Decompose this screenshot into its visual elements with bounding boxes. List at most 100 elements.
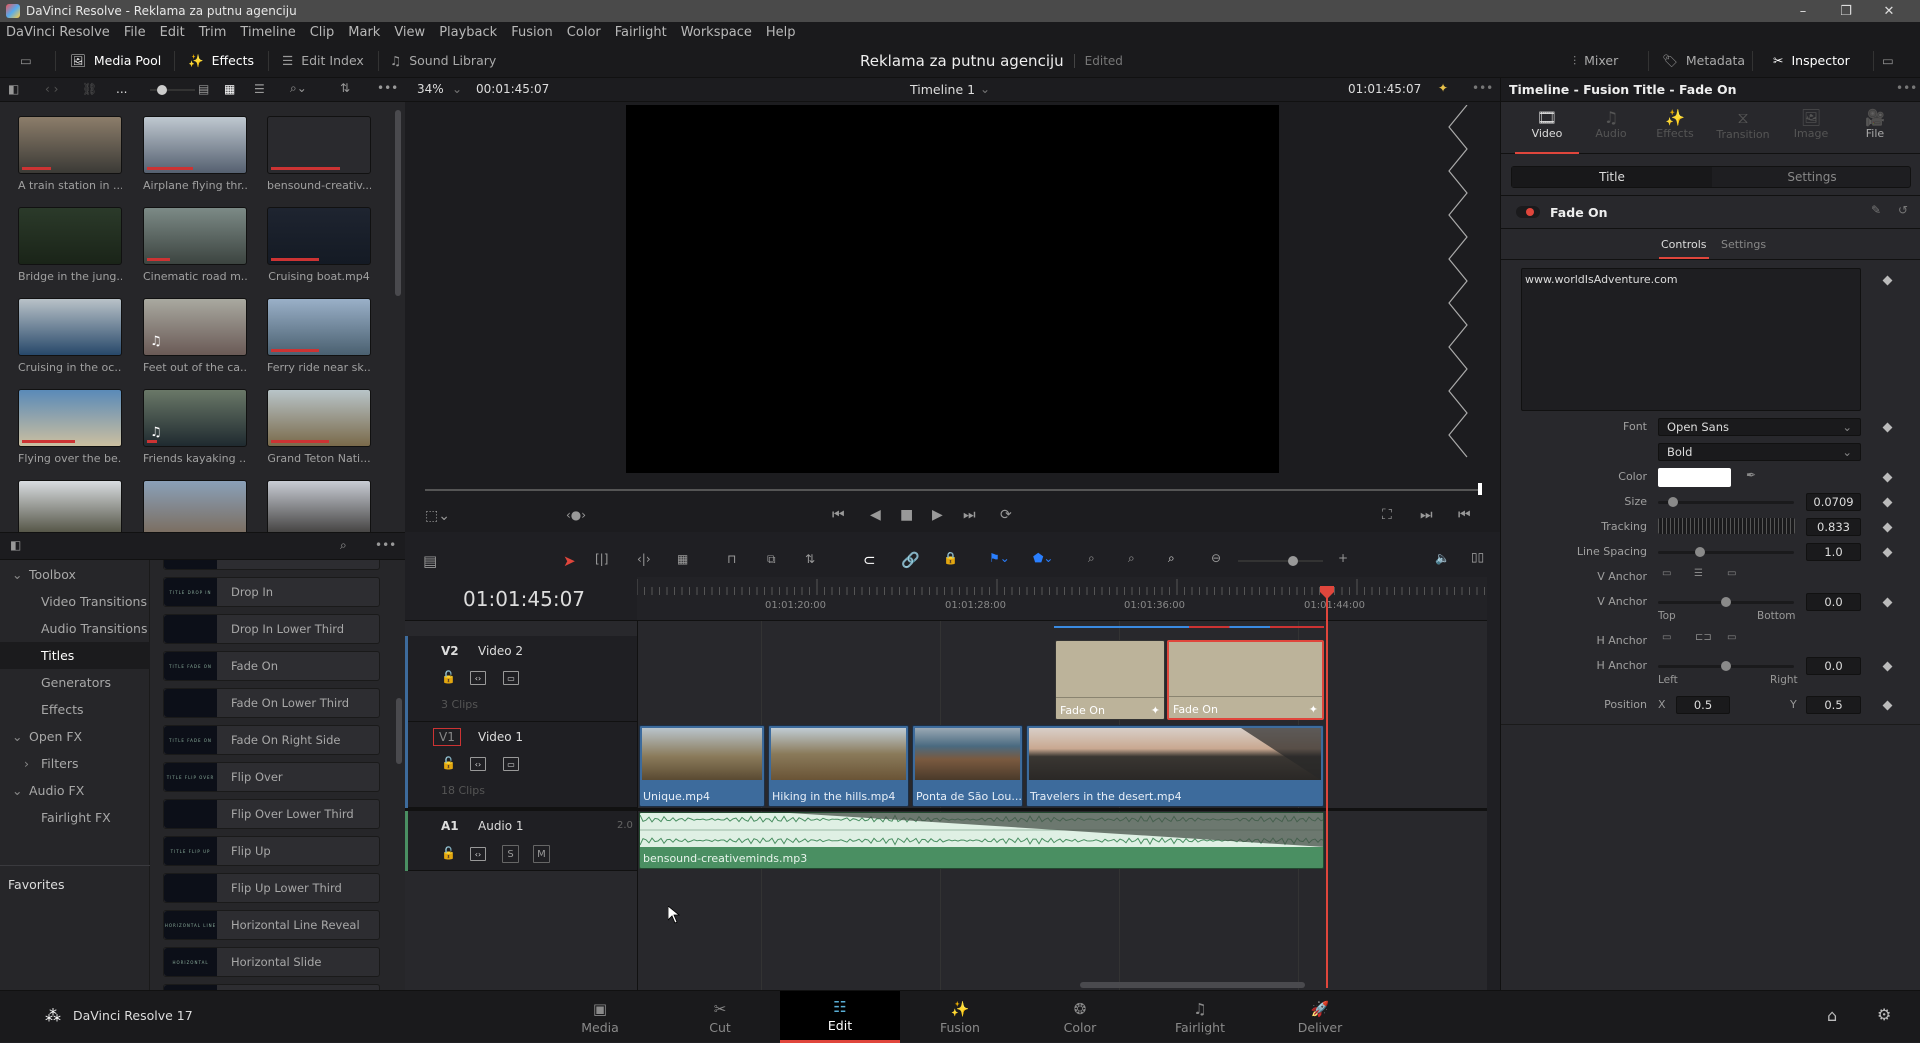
path-breadcrumb[interactable]: ... [116,82,127,96]
insert-clip-icon[interactable]: ⊓ [727,552,736,566]
page-fusion[interactable]: ✨ Fusion [900,991,1020,1043]
tree-item[interactable]: Effects [0,696,150,723]
anchor-bottom-icon[interactable]: ▭ [1727,568,1736,579]
close-button[interactable]: ✕ [1868,0,1910,22]
scrubber-track[interactable] [425,489,1481,491]
smart-reframe-icon[interactable]: ✦ [1438,81,1448,95]
menu-playback[interactable]: Playback [439,25,497,40]
track-name[interactable]: Video 1 [478,730,523,744]
timeline-ruler[interactable] [637,577,1487,621]
title-effect-item[interactable]: TITLE FLIP OVER Flip Over [163,762,380,792]
keyframe-icon[interactable] [1882,275,1893,286]
media-clip[interactable]: Bridge in the jung... [18,207,122,283]
eyedropper-icon[interactable]: ✒ [1746,468,1756,482]
keyframe-icon[interactable] [1882,422,1893,433]
track-visibility-icon[interactable]: ▭ [503,757,519,771]
go-to-start-icon[interactable]: ⏮ [832,507,845,523]
maximize-button[interactable]: ❐ [1825,0,1867,22]
keyframe-icon[interactable] [1882,661,1893,672]
media-clip[interactable] [18,480,122,538]
line-spacing-slider[interactable] [1658,547,1794,557]
next-edit-icon[interactable]: ⏭ [1420,507,1433,523]
track-name[interactable]: Video 2 [478,644,523,658]
h-anchor-input[interactable]: 0.0 [1806,657,1861,675]
tab-effects[interactable]: ✨ Effects [1643,102,1707,154]
auto-select-icon[interactable]: ‹› [470,847,486,861]
nudge-icon[interactable]: ‹●› [566,508,586,522]
menu-trim[interactable]: Trim [199,25,227,40]
slider-knob[interactable] [1288,556,1298,566]
anchor-center-icon[interactable]: ⊏⊐ [1695,632,1712,643]
blade-tool-icon[interactable]: ▦ [677,552,688,566]
page-deliver[interactable]: 🚀 Deliver [1260,991,1380,1043]
zoom-detail-icon[interactable]: ⌕ [1128,551,1135,566]
menu-view[interactable]: View [394,25,425,40]
tab-image[interactable]: 🖼 Image [1779,102,1843,154]
chevron-down-icon[interactable]: ⌄ [980,82,990,96]
auto-select-icon[interactable]: ‹› [470,757,486,771]
keyframe-icon[interactable] [1882,472,1893,483]
title-effect-item[interactable]: HORIZONTAL Horizontal Slide [163,947,380,977]
timeline-selector[interactable]: Timeline 1 [910,82,975,97]
zoom-in-icon[interactable]: + [1338,551,1348,565]
grid-view-icon[interactable]: ▦ [224,82,235,96]
position-lock-icon[interactable]: 🔒 [943,551,958,565]
media-pool-button[interactable]: 🖼 Media Pool [70,43,161,78]
color-swatch[interactable] [1658,468,1731,487]
menu-edit[interactable]: Edit [160,25,185,40]
tab-section-settings[interactable]: Settings [1721,238,1766,251]
auto-select-icon[interactable]: ‹› [470,671,486,685]
lock-icon[interactable]: 🔓 [441,846,456,860]
menu-mark[interactable]: Mark [348,25,380,40]
loop-icon[interactable]: ⟳ [1000,507,1012,523]
overwrite-clip-icon[interactable]: ⧉ [767,552,776,567]
sidebar-toggle-icon[interactable]: ◧ [8,82,19,96]
tree-item[interactable]: ⌄ Toolbox [0,561,150,588]
trim-tool-icon[interactable]: [|] [595,552,608,566]
title-effect-item[interactable]: Flip Over Lower Third [163,799,380,829]
video-clip[interactable]: Unique.mp4 [639,725,765,807]
tree-item[interactable]: ⌄ Audio FX [0,777,150,804]
anchor-middle-icon[interactable]: ☰ [1694,568,1703,579]
h-anchor-slider[interactable] [1658,661,1794,671]
favorites-header[interactable]: Favorites [8,877,64,892]
chevron-icon[interactable]: ⌄ [12,729,29,744]
edit-index-button[interactable]: ☰ Edit Index [282,43,364,78]
keyframe-icon[interactable] [1882,497,1893,508]
audio-meter-icon[interactable]: ▯▯ [1471,550,1484,564]
track-name[interactable]: Audio 1 [478,819,524,833]
lock-icon[interactable]: 🔓 [441,756,456,770]
media-clip[interactable]: ♫ Feet out of the ca... [143,298,247,374]
more-options-icon[interactable]: ••• [377,81,398,95]
media-clip[interactable]: bensound-creativ... [267,116,371,192]
effects-button[interactable]: ✨ Effects [188,43,254,78]
font-style-dropdown[interactable]: Bold ⌄ [1658,443,1861,461]
chevron-icon[interactable]: › [24,756,41,771]
dynamic-trim-icon[interactable]: ‹|› [637,552,651,566]
fullscreen-toggle-button[interactable]: ▭ [1882,43,1894,78]
media-clip[interactable]: ♫ Friends kayaking ... [143,389,247,465]
v-anchor-slider[interactable] [1658,597,1794,607]
mixer-button[interactable]: ⫶ Mixer [1573,43,1618,78]
media-clip[interactable]: Flying over the be... [18,389,122,465]
home-icon[interactable]: ⌂ [1827,1006,1837,1025]
replace-clip-icon[interactable]: ⇅ [805,552,815,566]
title-text[interactable]: www.worldIsAdventure.com [1525,273,1678,286]
v-anchor-input[interactable]: 0.0 [1806,593,1861,611]
tree-item[interactable]: Video Transitions [0,588,150,615]
marker-icon[interactable]: ⬟⌄ [1033,551,1053,565]
lock-icon[interactable]: 🔓 [441,670,456,684]
tab-file[interactable]: 🎥 File [1843,102,1907,154]
layout-toggle-button[interactable]: ▭ [20,43,32,78]
nav-arrows-icon[interactable]: ‹ › [45,82,58,96]
thumbnail-size-slider[interactable] [150,85,195,95]
search-icon[interactable]: ⌕ [340,538,347,553]
slider-knob[interactable] [1667,497,1678,507]
go-to-end-icon[interactable]: ⏭ [963,507,976,523]
chevron-down-icon[interactable]: ⌄ [452,82,462,96]
sound-library-button[interactable]: ♫ Sound Library [390,43,496,78]
media-clip[interactable] [143,480,247,538]
video-clip[interactable]: Hiking in the hills.mp4 [768,725,909,807]
viewer-options-icon[interactable]: ••• [1472,81,1493,95]
audio-clip[interactable]: bensound-creativeminds.mp3 [639,812,1324,869]
